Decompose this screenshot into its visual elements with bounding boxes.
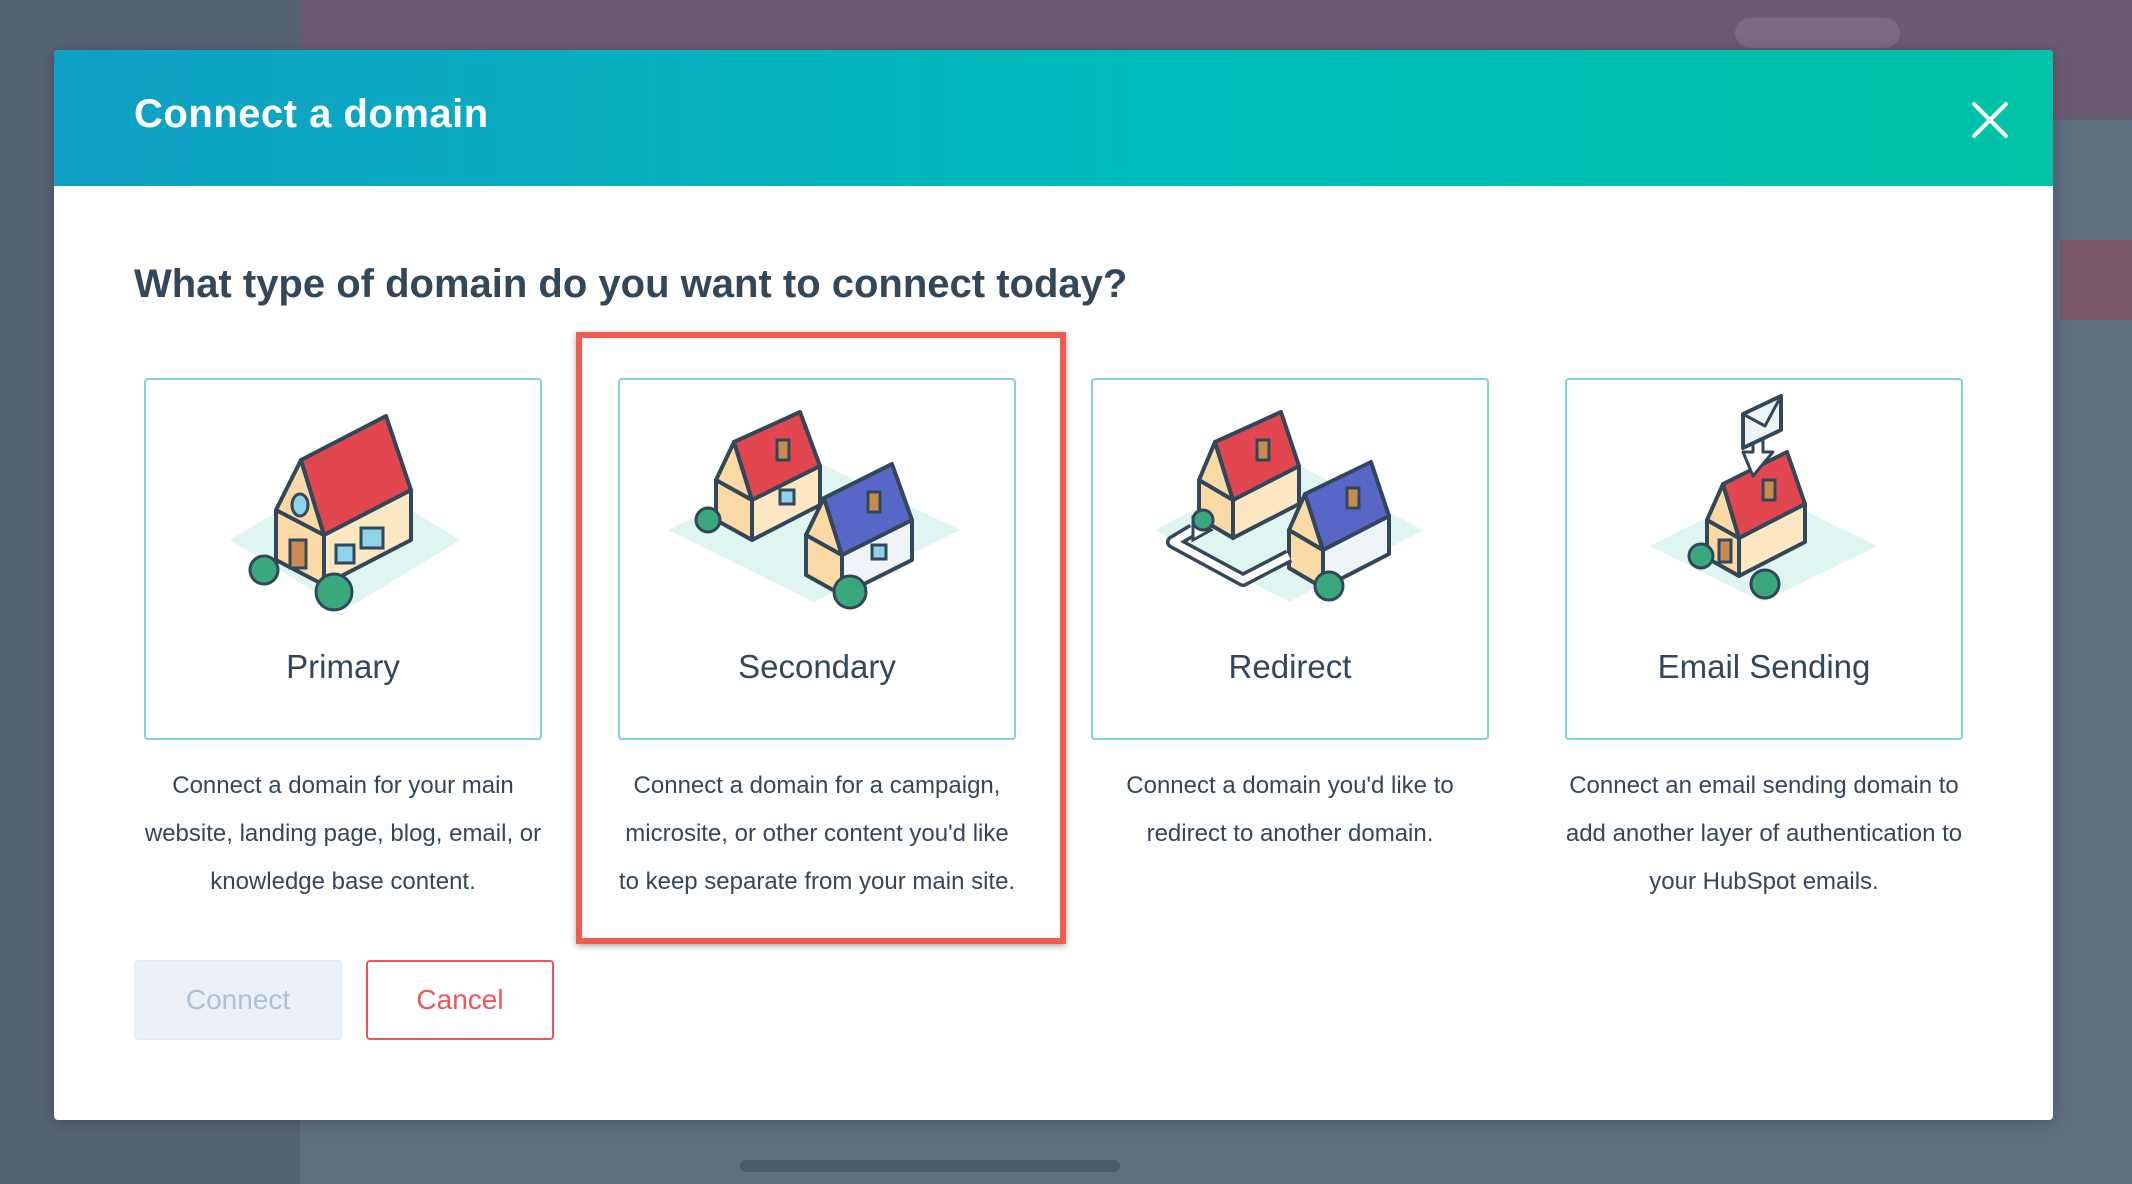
close-button[interactable] (1964, 94, 2016, 146)
modal-header: Connect a domain (54, 50, 2053, 186)
secondary-highlight-box (576, 332, 1066, 944)
description-line: redirect to another domain. (1146, 820, 1434, 847)
domain-type-question: What type of domain do you want to conne… (134, 262, 1128, 306)
cancel-button[interactable]: Cancel (366, 960, 554, 1040)
modal-title: Connect a domain (134, 92, 489, 136)
description-line: Connect a domain you'd like to (1126, 772, 1454, 799)
option-card-email-sending[interactable]: Email Sending (1565, 378, 1963, 740)
option-card-primary[interactable]: Primary (144, 378, 542, 740)
background-button (1735, 18, 1900, 48)
description-line: your HubSpot emails. (1649, 868, 1879, 895)
background-text (740, 1160, 1120, 1172)
description-line: Connect an email sending domain to (1569, 772, 1959, 799)
description-line: Connect a domain for your main (172, 772, 514, 799)
house-icon (230, 414, 460, 612)
option-card-redirect[interactable]: Redirect (1091, 378, 1489, 740)
background-panel (2060, 240, 2132, 320)
description-line: knowledge base content. (210, 868, 476, 895)
option-label: Email Sending (1657, 648, 1871, 685)
option-label: Primary (286, 648, 400, 685)
option-description-email-sending: Connect an email sending domain to add a… (1549, 762, 1979, 906)
option-description-primary: Connect a domain for your main website, … (128, 762, 558, 906)
connect-domain-modal: Connect a domain What type of domain do … (54, 50, 2053, 1120)
option-label: Redirect (1228, 648, 1352, 685)
email-house-icon (1649, 394, 1877, 602)
connect-button[interactable]: Connect (134, 960, 342, 1040)
option-description-redirect: Connect a domain you'd like to redirect … (1075, 762, 1505, 858)
close-icon (1972, 102, 2008, 138)
redirect-houses-icon (1155, 410, 1423, 602)
description-line: add another layer of authentication to (1565, 820, 1963, 847)
description-line: website, landing page, blog, email, or (144, 820, 542, 847)
